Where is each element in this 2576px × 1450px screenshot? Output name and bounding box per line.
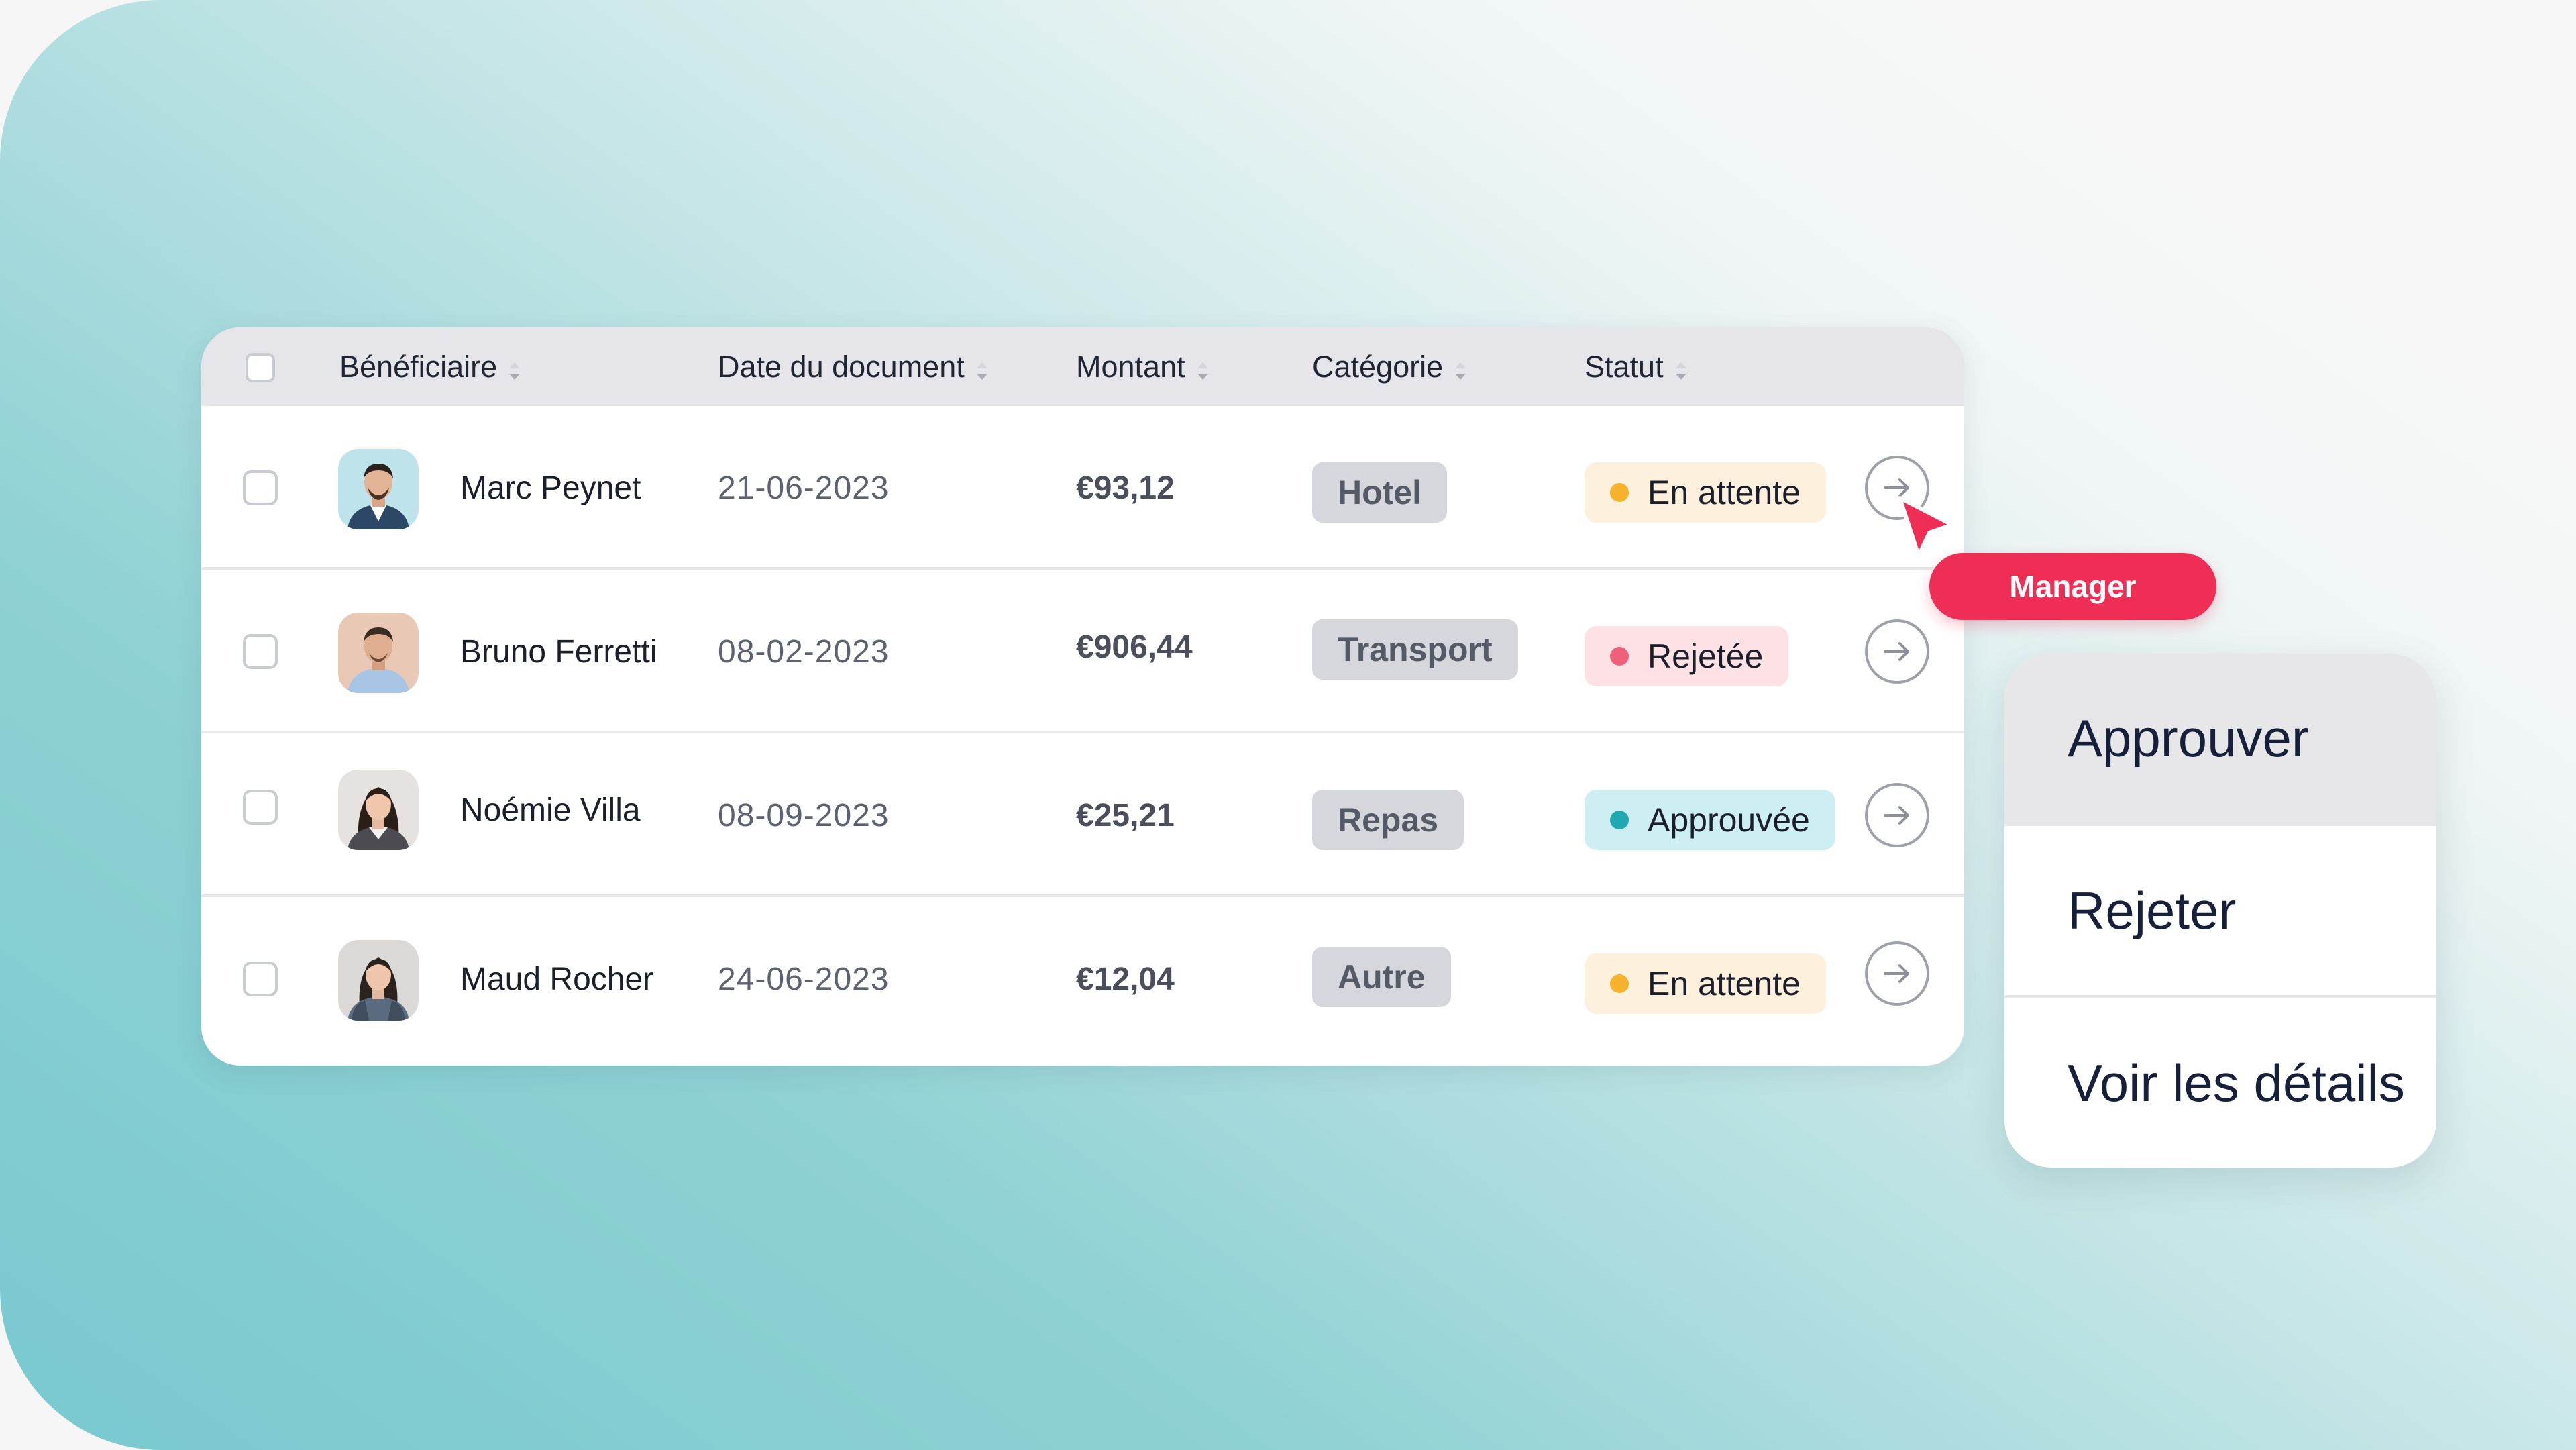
context-menu: Approuver Rejeter Voir les détails	[2004, 654, 2436, 1168]
category-label: Hotel	[1338, 474, 1421, 511]
status-label: En attente	[1648, 965, 1801, 1002]
select-all-checkbox[interactable]	[246, 353, 275, 382]
menu-item-reject[interactable]: Rejeter	[2004, 826, 2436, 995]
table-header: Bénéficiaire Date du document Montant Ca…	[201, 327, 1964, 406]
avatar	[338, 770, 419, 850]
arrow-right-icon	[1884, 964, 1909, 983]
status-dot-icon	[1610, 811, 1629, 829]
menu-item-label: Voir les détails	[2068, 1053, 2405, 1112]
menu-item-label: Approuver	[2068, 708, 2309, 768]
column-header-category[interactable]: Catégorie	[1312, 327, 1468, 406]
arrow-right-icon	[1884, 642, 1909, 661]
category-badge: Transport	[1312, 619, 1518, 680]
category-label: Repas	[1338, 801, 1439, 839]
status-badge: Rejetée	[1585, 626, 1789, 686]
beneficiary-name: Marc Peynet	[460, 470, 641, 506]
category-label: Autre	[1338, 958, 1426, 996]
row-checkbox[interactable]	[243, 962, 278, 996]
row-checkbox[interactable]	[243, 634, 278, 669]
status-badge: Approuvée	[1585, 790, 1835, 850]
table-row[interactable]: Noémie Villa 08-09-2023 €25,21 Repas App…	[201, 733, 1964, 897]
page-background: Bénéficiaire Date du document Montant Ca…	[0, 0, 2576, 1450]
menu-item-approve[interactable]: Approuver	[2004, 654, 2436, 823]
avatar	[338, 449, 419, 529]
status-dot-icon	[1610, 483, 1629, 502]
status-badge: En attente	[1585, 462, 1826, 523]
beneficiary-name: Noémie Villa	[460, 792, 641, 828]
row-action-button[interactable]	[1865, 619, 1929, 684]
column-header-amount[interactable]: Montant	[1076, 327, 1211, 406]
table-row[interactable]: Maud Rocher 24-06-2023 €12,04 Autre En a…	[201, 897, 1964, 1061]
category-badge: Autre	[1312, 947, 1451, 1007]
cursor-user-tag: Manager	[1929, 553, 2216, 620]
amount-value: €93,12	[1076, 470, 1175, 506]
arrow-right-icon	[1884, 806, 1909, 825]
menu-item-view-details[interactable]: Voir les détails	[2004, 998, 2436, 1168]
status-label: Approuvée	[1648, 801, 1810, 839]
category-badge: Repas	[1312, 790, 1464, 850]
document-date: 21-06-2023	[718, 470, 890, 506]
column-header-label: Catégorie	[1312, 349, 1444, 384]
row-checkbox[interactable]	[243, 470, 278, 505]
amount-value: €25,21	[1076, 797, 1175, 833]
status-label: En attente	[1648, 474, 1801, 511]
category-label: Transport	[1338, 631, 1493, 668]
expenses-table: Bénéficiaire Date du document Montant Ca…	[201, 327, 1964, 1066]
amount-value: €12,04	[1076, 961, 1175, 997]
sort-icon[interactable]	[506, 359, 523, 383]
row-action-button[interactable]	[1865, 941, 1929, 1006]
sort-icon[interactable]	[1452, 359, 1468, 383]
document-date: 08-02-2023	[718, 633, 890, 670]
document-date: 24-06-2023	[718, 961, 890, 997]
sort-icon[interactable]	[974, 359, 990, 383]
avatar	[338, 613, 419, 693]
status-label: Rejetée	[1648, 637, 1764, 675]
beneficiary-name: Bruno Ferretti	[460, 633, 657, 670]
status-dot-icon	[1610, 974, 1629, 993]
document-date: 08-09-2023	[718, 797, 890, 833]
column-header-label: Bénéficiaire	[339, 349, 498, 384]
column-header-beneficiary[interactable]: Bénéficiaire	[339, 327, 523, 406]
row-checkbox[interactable]	[243, 790, 278, 825]
column-header-date[interactable]: Date du document	[718, 327, 990, 406]
beneficiary-name: Maud Rocher	[460, 961, 654, 997]
cursor-pointer-icon	[1898, 496, 1954, 558]
table-row[interactable]: Marc Peynet 21-06-2023 €93,12 Hotel En a…	[201, 406, 1964, 570]
status-dot-icon	[1610, 647, 1629, 666]
menu-item-label: Rejeter	[2068, 880, 2237, 940]
table-row[interactable]: Bruno Ferretti 08-02-2023 €906,44 Transp…	[201, 570, 1964, 733]
column-header-label: Montant	[1076, 349, 1185, 384]
sort-icon[interactable]	[1195, 359, 1211, 383]
sort-icon[interactable]	[1673, 359, 1689, 383]
column-header-label: Statut	[1585, 349, 1664, 384]
avatar	[338, 940, 419, 1021]
category-badge: Hotel	[1312, 462, 1447, 523]
status-badge: En attente	[1585, 953, 1826, 1014]
column-header-label: Date du document	[718, 349, 965, 384]
column-header-status[interactable]: Statut	[1585, 327, 1689, 406]
amount-value: €906,44	[1076, 629, 1193, 665]
cursor-user-label: Manager	[2009, 569, 2137, 604]
row-action-button[interactable]	[1865, 783, 1929, 847]
